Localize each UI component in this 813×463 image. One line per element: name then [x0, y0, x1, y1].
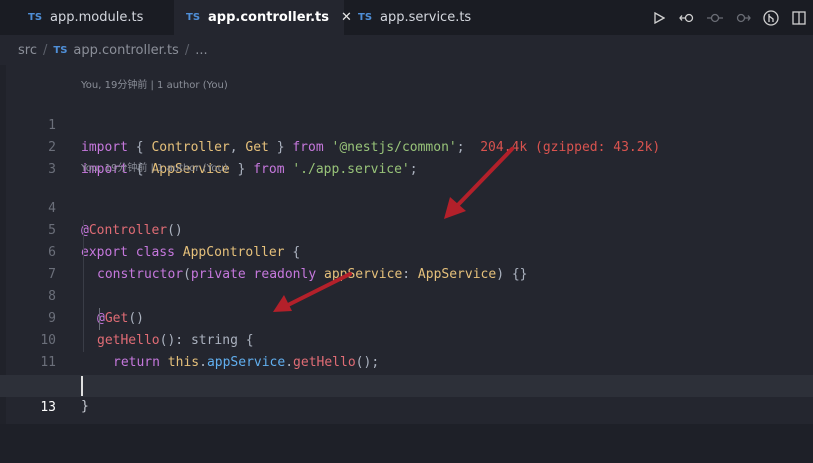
code-line-6: 6 constructor(private readonly appServic… [0, 220, 813, 282]
code-line-4: 4 @Controller() [0, 176, 813, 238]
tab-app-service[interactable]: TS app.service.ts [344, 0, 485, 35]
breadcrumb-symbol[interactable]: ... [195, 43, 207, 58]
text-cursor [81, 376, 83, 396]
tab-label: app.service.ts [380, 10, 472, 25]
code-line-2: 2 import { AppService } from './app.serv… [0, 115, 813, 177]
source-control-icon[interactable] [757, 0, 785, 35]
code-line-12: 12 } [0, 352, 813, 414]
codelens-blame[interactable]: You, 19分钟前 | 1 author (You) [81, 161, 228, 177]
code-line-11: 11 } [0, 330, 813, 392]
line-code: } [81, 399, 89, 414]
commit-icon[interactable] [701, 0, 729, 35]
split-editor-icon[interactable] [785, 0, 813, 35]
code-editor[interactable]: You, 19分钟前 | 1 author (You) 1 import { C… [0, 65, 813, 424]
indent-guide [99, 308, 100, 330]
tab-app-module[interactable]: TS app.module.ts [0, 0, 146, 35]
breadcrumb-file[interactable]: app.controller.ts [73, 43, 178, 58]
code-line-8: 8 @Get() [0, 264, 813, 326]
typescript-icon: TS [28, 12, 43, 23]
code-line-7: 7 [0, 242, 813, 282]
tab-bar: TS app.module.ts TS app.controller.ts ✕ … [0, 0, 813, 35]
breadcrumb: src / TS app.controller.ts / ... [0, 35, 813, 65]
run-icon[interactable] [645, 0, 673, 35]
breadcrumb-separator: / [184, 42, 190, 58]
line-number: 13 [40, 400, 56, 415]
typescript-icon: TS [53, 44, 68, 56]
code-line-3: 3 [0, 137, 813, 177]
tab-label: app.controller.ts [208, 10, 329, 25]
token: from [253, 162, 285, 177]
typescript-icon: TS [358, 12, 373, 23]
code-line-9: 9 getHello(): string { [0, 286, 813, 348]
code-line-1: 1 import { Controller, Get } from '@nest… [0, 93, 813, 155]
token: ; [409, 162, 418, 177]
breadcrumb-folder[interactable]: src [18, 43, 37, 58]
token: } [229, 162, 254, 177]
code-line-10: 10 return this.appService.getHello(); [0, 308, 813, 370]
indent-guide [83, 220, 84, 352]
codelens-blame[interactable]: You, 19分钟前 | 1 author (You) [81, 78, 228, 94]
go-back-icon[interactable] [673, 0, 701, 35]
tab-label: app.module.ts [50, 10, 144, 25]
go-forward-icon[interactable] [729, 0, 757, 35]
code-line-13: 13 [0, 375, 813, 415]
tab-app-controller[interactable]: TS app.controller.ts ✕ [174, 0, 352, 35]
code-line-5: 5 export class AppController { [0, 198, 813, 260]
typescript-icon: TS [186, 12, 201, 23]
token: './app.service' [284, 162, 410, 177]
breadcrumb-separator: / [42, 42, 48, 58]
editor-actions [645, 0, 813, 35]
